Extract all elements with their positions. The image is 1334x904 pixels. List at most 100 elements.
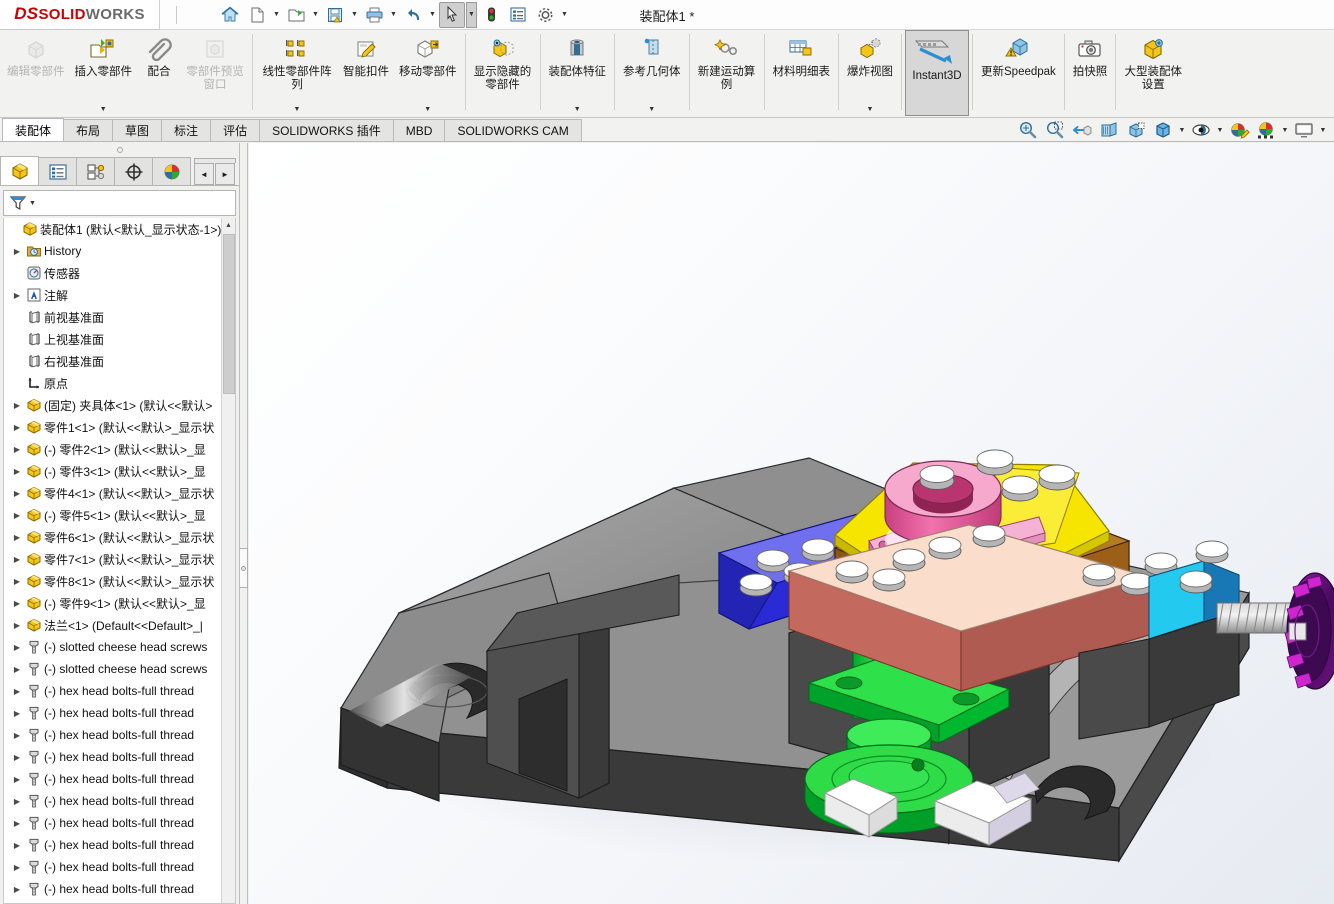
tree-item-bolt8[interactable]: ▶ (-) hex head bolts-full thread: [4, 834, 235, 856]
tree-item-bolt3[interactable]: ▶ (-) hex head bolts-full thread: [4, 724, 235, 746]
tree-item-bolt5[interactable]: ▶ (-) hex head bolts-full thread: [4, 768, 235, 790]
tree-expand-arrow-icon[interactable]: ▶: [10, 533, 24, 542]
large-assembly-settings-button[interactable]: 大型装配体设置: [1119, 30, 1187, 116]
tree-item-part5[interactable]: ▶ (-) 零件5<1> (默认<<默认>_显: [4, 504, 235, 526]
exploded-view-button[interactable]: 爆炸视图 ▼: [842, 30, 898, 116]
tree-expand-arrow-icon[interactable]: ▶: [10, 709, 24, 718]
view-orientation-icon[interactable]: [1123, 118, 1149, 142]
open-folder-dropdown-caret[interactable]: ▼: [310, 2, 321, 28]
display-style-icon[interactable]: [1150, 118, 1176, 142]
bill-of-materials-button[interactable]: 材料明细表: [768, 30, 836, 116]
tree-expand-arrow-icon[interactable]: ▶: [10, 753, 24, 762]
assembly-model-3d[interactable]: [249, 143, 1334, 904]
tab-solidworks-addins[interactable]: SOLIDWORKS 插件: [259, 119, 394, 141]
instant3d-button[interactable]: Instant3D: [905, 30, 969, 116]
tree-scrollbar[interactable]: ▲: [221, 218, 235, 903]
tab-solidworks-cam[interactable]: SOLIDWORKS CAM: [444, 119, 582, 141]
assembly-features-dropdown-caret[interactable]: ▼: [545, 106, 611, 113]
tree-expand-arrow-icon[interactable]: ▶: [10, 775, 24, 784]
show-hidden-components-button[interactable]: 显示隐藏的零部件: [469, 30, 537, 116]
tab-mbd[interactable]: MBD: [392, 119, 446, 141]
tree-expand-arrow-icon[interactable]: ▶: [10, 643, 24, 652]
apply-scene-dropdown-caret[interactable]: ▼: [1280, 118, 1290, 142]
mate-button[interactable]: 配合: [137, 30, 181, 116]
tree-item-part4[interactable]: ▶ 零件4<1> (默认<<默认>_显示状: [4, 482, 235, 504]
tree-scroll-up-button[interactable]: ▲: [222, 218, 235, 232]
edit-appearance-icon[interactable]: [1226, 118, 1252, 142]
print-icon[interactable]: [361, 2, 387, 28]
tree-item-part8[interactable]: ▶ 零件8<1> (默认<<默认>_显示状: [4, 570, 235, 592]
tree-item-history[interactable]: ▶ History: [4, 240, 235, 262]
component-preview-window-button[interactable]: 零部件预览窗口: [181, 30, 249, 116]
tree-item-bolt9[interactable]: ▶ (-) hex head bolts-full thread: [4, 856, 235, 878]
tree-expand-arrow-icon[interactable]: ▶: [10, 401, 24, 410]
tree-item-bolt10[interactable]: ▶ (-) hex head bolts-full thread: [4, 878, 235, 900]
select-cursor-dropdown-caret[interactable]: ▼: [466, 1, 477, 28]
tree-root[interactable]: 装配体1 (默认<默认_显示状态-1>): [4, 218, 235, 240]
previous-view-icon[interactable]: [1069, 118, 1095, 142]
tree-expand-arrow-icon[interactable]: ▶: [10, 511, 24, 520]
tree-expand-arrow-icon[interactable]: ▶: [10, 599, 24, 608]
dimxpert-manager-tab[interactable]: [114, 157, 153, 185]
tree-item-screw1[interactable]: ▶ (-) slotted cheese head screws: [4, 636, 235, 658]
exploded-view-dropdown-caret[interactable]: ▼: [843, 106, 897, 113]
panel-tab-next-button[interactable]: ►: [215, 163, 235, 185]
save-icon[interactable]: [322, 2, 348, 28]
zoom-to-area-icon[interactable]: [1042, 118, 1068, 142]
tree-item-annotations[interactable]: ▶ 注解: [4, 284, 235, 306]
display-style-dropdown-caret[interactable]: ▼: [1177, 118, 1187, 142]
assembly-features-button[interactable]: 装配体特征 ▼: [544, 30, 612, 116]
rebuild-traffic-light-icon[interactable]: [478, 2, 504, 28]
purple-handwheel[interactable]: [1284, 572, 1334, 690]
tree-expand-arrow-icon[interactable]: ▶: [10, 467, 24, 476]
threaded-screw-shaft[interactable]: [1216, 602, 1298, 634]
print-dropdown-caret[interactable]: ▼: [388, 2, 399, 28]
gear-dropdown-caret[interactable]: ▼: [559, 2, 570, 28]
smart-fasteners-button[interactable]: 智能扣件: [338, 30, 394, 116]
tree-item-bolt7[interactable]: ▶ (-) hex head bolts-full thread: [4, 812, 235, 834]
undo-dropdown-caret[interactable]: ▼: [427, 2, 438, 28]
take-snapshot-button[interactable]: 拍快照: [1068, 30, 1113, 116]
tree-item-front-plane[interactable]: 前视基准面: [4, 306, 235, 328]
new-document-icon[interactable]: [244, 2, 270, 28]
tree-item-part6[interactable]: ▶ 零件6<1> (默认<<默认>_显示状: [4, 526, 235, 548]
view-settings-dropdown-caret[interactable]: ▼: [1318, 118, 1328, 142]
edit-component-button[interactable]: 编辑零部件: [2, 30, 70, 116]
tree-expand-arrow-icon[interactable]: ▶: [10, 885, 24, 894]
tree-expand-arrow-icon[interactable]: ▶: [10, 555, 24, 564]
tree-item-bolt2[interactable]: ▶ (-) hex head bolts-full thread: [4, 702, 235, 724]
gear-icon[interactable]: [532, 2, 558, 28]
tree-item-bolt4[interactable]: ▶ (-) hex head bolts-full thread: [4, 746, 235, 768]
tree-expand-arrow-icon[interactable]: ▶: [10, 423, 24, 432]
tree-expand-arrow-icon[interactable]: ▶: [10, 797, 24, 806]
undo-icon[interactable]: [400, 2, 426, 28]
tab-markup[interactable]: 标注: [161, 119, 212, 141]
tree-item-part1[interactable]: ▶ 零件1<1> (默认<<默认>_显示状: [4, 416, 235, 438]
panel-splitter[interactable]: [240, 143, 248, 904]
tab-assembly[interactable]: 装配体: [2, 118, 65, 141]
feature-tree[interactable]: 装配体1 (默认<默认_显示状态-1>) ▶ History 传感器 ▶ 注解 前视基准面上…: [3, 218, 236, 904]
tree-item-bolt11[interactable]: ▶(-) hex head bolts-full thread: [4, 900, 235, 903]
tree-item-part7[interactable]: ▶ 零件7<1> (默认<<默认>_显示状: [4, 548, 235, 570]
tree-item-flange[interactable]: ▶ 法兰<1> (Default<<Default>_|: [4, 614, 235, 636]
configuration-manager-tab[interactable]: [76, 157, 115, 185]
move-component-dropdown-caret[interactable]: ▼: [395, 106, 461, 113]
linear-component-pattern-button[interactable]: 线性零部件阵列 ▼: [256, 30, 338, 116]
property-manager-tab[interactable]: [38, 157, 77, 185]
update-speedpak-button[interactable]: 更新Speedpak: [976, 30, 1061, 116]
tree-item-part2[interactable]: ▶ (-) 零件2<1> (默认<<默认>_显: [4, 438, 235, 460]
panel-tab-prev-button[interactable]: ◄: [194, 163, 214, 185]
tree-expand-arrow-icon[interactable]: ▶: [10, 445, 24, 454]
tab-layout[interactable]: 布局: [63, 119, 114, 141]
tree-item-fixture-body[interactable]: ▶ (固定) 夹具体<1> (默认<<默认>: [4, 394, 235, 416]
new-motion-study-button[interactable]: 新建运动算例: [693, 30, 761, 116]
tree-scroll-thumb[interactable]: [223, 234, 235, 394]
tree-item-bolt1[interactable]: ▶ (-) hex head bolts-full thread: [4, 680, 235, 702]
reference-geometry-button[interactable]: 参考几何体 ▼: [618, 30, 686, 116]
select-cursor-icon[interactable]: [439, 1, 465, 28]
splitter-handle[interactable]: [240, 548, 248, 588]
tree-filter-bar[interactable]: ▼: [3, 190, 236, 216]
tree-expand-arrow-icon[interactable]: ▶: [10, 863, 24, 872]
hide-show-items-icon[interactable]: [1188, 118, 1214, 142]
section-view-icon[interactable]: [1096, 118, 1122, 142]
